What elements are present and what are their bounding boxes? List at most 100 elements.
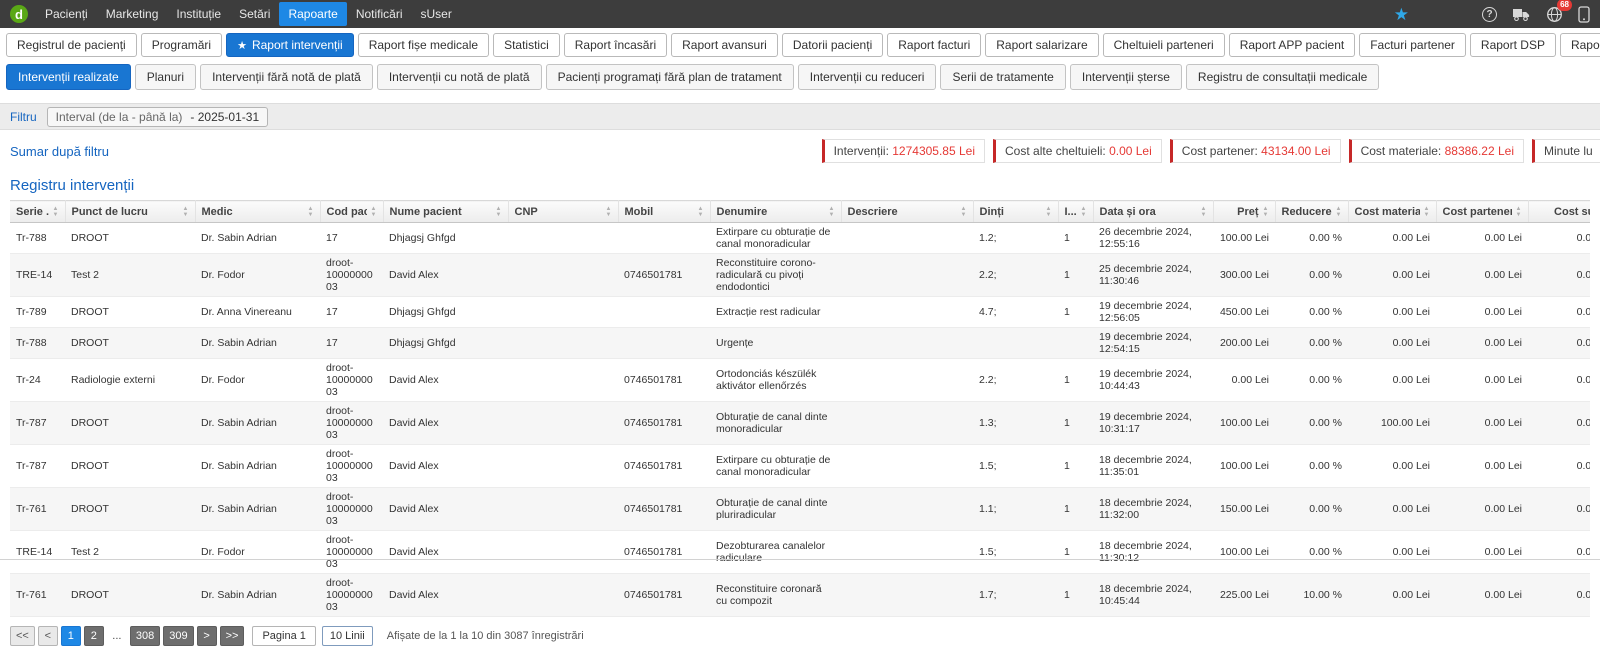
table-row[interactable]: TRE-14 Test 2 Dr. Fodor droot-1000000003 Dav… [10,530,1590,574]
column-header-pre[interactable]: Preț ▲ ▼ [1213,200,1276,223]
column-header-denumire[interactable]: Denumire ▲ ▼ [710,200,842,223]
column-header-cost-materiale[interactable]: Cost materiale ▲▼ [1348,200,1437,223]
phone-icon[interactable] [1578,5,1590,23]
tab-facturi-partener[interactable]: Facturi partener [1359,33,1466,57]
cell-cost-materiale: 0.00 Lei [1348,444,1436,488]
column-header-reducere[interactable]: Reducere ▲ ▼ [1275,200,1349,223]
menu-item-set-ri[interactable]: Setări [230,2,279,26]
last-page-button[interactable]: >> [219,626,245,646]
column-header-cost-su[interactable]: Cost su...▲▼ [1528,200,1590,223]
cell-serie: Tr-787 [10,401,65,445]
subtab-interven-ii-cu-reduceri[interactable]: Intervenții cu reduceri [797,64,937,90]
menu-item-institu-ie[interactable]: Instituție [167,2,230,26]
sort-icon[interactable]: ▲ ▼ [1201,206,1207,218]
globe-icon[interactable]: 68 [1546,0,1572,23]
tab-raport-interven-ii[interactable]: ★ Raport intervenții [226,33,354,57]
prev-page-button[interactable]: < [37,626,58,646]
page-2-button[interactable]: 2 [83,626,104,646]
interval-filter-button[interactable]: Interval (de la - până la) - 2025-01-31 [46,106,269,127]
sort-icon[interactable]: ▲ ▼ [1081,206,1087,218]
subtab-interven-ii-realizate[interactable]: Intervenții realizate [6,64,131,90]
table-row[interactable]: Tr-761 DROOT Dr. Sabin Adrian droot-1000000… [10,487,1590,531]
table-row[interactable]: Tr-761 DROOT Dr. Sabin Adrian droot-1000000… [10,573,1590,617]
subtab-pacien-i-programa-i-f-r-plan-de-tratament[interactable]: Pacienți programați fără plan de tratame… [545,64,794,90]
table-row[interactable]: Tr-788 DROOT Dr. Sabin Adrian 17 Dhjagsj Ghf… [10,222,1590,254]
subtab-serii-de-tratamente[interactable]: Serii de tratamente [940,64,1066,90]
table-row[interactable]: Tr-787 DROOT Dr. Sabin Adrian droot-1000000… [10,444,1590,488]
menu-item-rapoarte[interactable]: Rapoarte [279,2,347,26]
sort-icon[interactable]: ▲ ▼ [606,206,612,218]
column-header-nume-pacient[interactable]: Nume pacient ▲ ▼ [383,200,509,223]
menu-item-marketing[interactable]: Marketing [97,2,168,26]
subtab-planuri[interactable]: Planuri [134,64,197,90]
first-page-button[interactable]: << [10,626,35,646]
cell-punct-de-lucru: Radiologie externi [65,358,195,402]
sort-icon[interactable]: ▲ ▼ [961,206,967,218]
tab-raport-sterilizare[interactable]: Raport sterilizare [1559,33,1600,57]
help-icon[interactable]: ? [1482,6,1497,22]
column-header-descriere[interactable]: Descriere ▲ ▼ [841,200,974,223]
subtab-registru-de-consulta-ii-medicale[interactable]: Registru de consultații medicale [1185,64,1380,90]
page-309-button[interactable]: 309 [163,626,194,646]
tab-raport-salarizare[interactable]: Raport salarizare [985,33,1099,57]
next-page-button[interactable]: > [196,626,217,646]
sort-icon[interactable]: ▲ ▼ [1336,206,1342,218]
app-logo[interactable]: d [10,5,28,23]
tab-statistici[interactable]: Statistici [493,33,560,57]
table-row[interactable]: Tr-789 DROOT Dr. Anna Vinereanu 17 Dhjagsj G… [10,296,1590,328]
lines-per-page-input[interactable]: 10 Linii [321,626,373,646]
tab-raport-facturi[interactable]: Raport facturi [887,33,982,57]
column-header-punct-de-lucru[interactable]: Punct de lucru ▲ ▼ [65,200,196,223]
page-number-box[interactable]: Pagina 1 [252,626,316,646]
table-row[interactable]: Tr-24 Radiologie externi Dr. Fodor droot-10… [10,358,1590,402]
summary-filter-link[interactable]: Sumar după filtru [10,144,109,159]
column-header-cod-pac[interactable]: Cod pac... ▲▼ [320,200,384,223]
cell-serie: TRE-14 [10,253,65,297]
cell-pre: 150.00 Lei [1213,487,1275,531]
tab-label: Raport încasări [574,38,657,52]
sort-icon[interactable]: ▲ ▼ [698,206,704,218]
subtab-interven-ii-f-r-not-de-plat[interactable]: Intervenții fără notă de plată [200,64,373,90]
tab-registrul-de-pacien-i[interactable]: Registrul de pacienți [6,33,137,57]
subtab-interven-ii-terse[interactable]: Intervenții șterse [1069,64,1182,90]
sort-icon[interactable]: ▲ ▼ [371,206,377,218]
column-header-serie[interactable]: Serie ... ▲▼ [10,200,66,223]
tab-raport-app-pacient[interactable]: Raport APP pacient [1228,33,1356,57]
tab-raport-avansuri[interactable]: Raport avansuri [671,33,778,57]
tab-raport-ncas-ri[interactable]: Raport încasări [563,33,668,57]
sort-icon[interactable]: ▲ ▼ [496,206,502,218]
table-row[interactable]: Tr-788 DROOT Dr. Sabin Adrian 17 Dhjagsj Ghf… [10,327,1590,359]
menu-item-notific-ri[interactable]: Notificări [347,2,412,26]
column-label: Cost partener [1442,205,1512,218]
column-header-cost-partener[interactable]: Cost partener ▲ ▼ [1436,200,1529,223]
favorite-star-icon[interactable]: ★ [1394,6,1409,23]
tab-program-ri[interactable]: Programări [140,33,223,57]
tab-datorii-pacien-i[interactable]: Datorii pacienți [781,33,884,57]
truck-icon[interactable] [1512,7,1531,22]
sort-icon[interactable]: ▲ ▼ [1046,206,1052,218]
tab-raport-dsp[interactable]: Raport DSP [1469,33,1556,57]
column-header-cnp[interactable]: CNP ▲ ▼ [508,200,619,223]
sort-icon[interactable]: ▲ ▼ [53,206,59,218]
menu-item-suser[interactable]: sUser [412,2,461,26]
column-header-medic[interactable]: Medic ▲ ▼ [195,200,321,223]
sort-icon[interactable]: ▲ ▼ [1516,206,1522,218]
sort-icon[interactable]: ▲ ▼ [183,206,189,218]
sort-icon[interactable]: ▲ ▼ [1424,206,1430,218]
column-header-data-i-ora[interactable]: Data și ora ▲ ▼ [1093,200,1214,223]
sort-icon[interactable]: ▲ ▼ [308,206,314,218]
table-row[interactable]: TRE-14 Test 2 Dr. Fodor droot-1000000003 Dav… [10,253,1590,297]
sort-icon[interactable]: ▲ ▼ [1263,206,1269,218]
filtru-link[interactable]: Filtru [10,110,37,124]
sort-icon[interactable]: ▲ ▼ [829,206,835,218]
tab-raport-fi-e-medicale[interactable]: Raport fișe medicale [357,33,490,57]
column-header-din-i[interactable]: Dinți ▲ ▼ [973,200,1059,223]
page-1-button[interactable]: 1 [60,626,81,646]
column-header-mobil[interactable]: Mobil ▲ ▼ [618,200,711,223]
table-row[interactable]: Tr-787 DROOT Dr. Sabin Adrian droot-1000000… [10,401,1590,445]
column-header-i[interactable]: I... ▲ ▼ [1058,200,1094,223]
menu-item-pacien-i[interactable]: Pacienți [36,2,97,26]
tab-cheltuieli-parteneri[interactable]: Cheltuieli parteneri [1102,33,1225,57]
subtab-interven-ii-cu-not-de-plat[interactable]: Intervenții cu notă de plată [376,64,542,90]
page-308-button[interactable]: 308 [129,626,161,646]
